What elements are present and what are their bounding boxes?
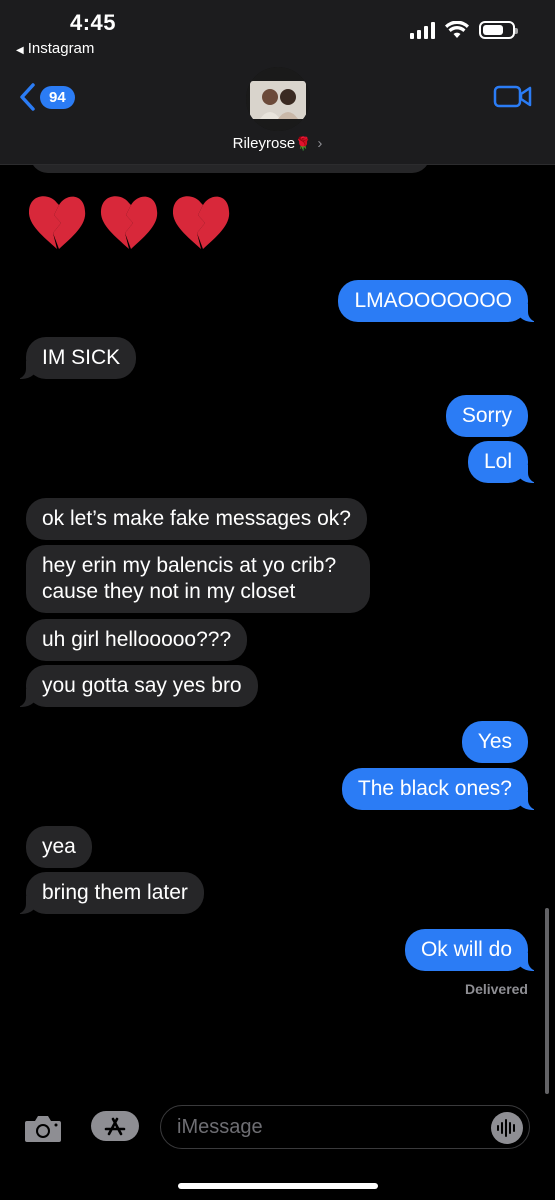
sent-message[interactable]: Ok will do bbox=[404, 929, 539, 971]
received-message[interactable]: yea bbox=[26, 826, 92, 868]
received-message[interactable]: hey erin my balencis at yo crib? cause t… bbox=[26, 545, 370, 613]
status-time: 4:45 bbox=[70, 10, 117, 35]
delivery-status: Delivered bbox=[464, 981, 528, 997]
message-input-placeholder: iMessage bbox=[177, 1116, 263, 1138]
broken-hearts-message[interactable] bbox=[26, 193, 232, 251]
broken-heart-icon bbox=[100, 196, 158, 249]
broken-heart-icon bbox=[172, 196, 230, 249]
received-message[interactable]: you gotta say yes bro bbox=[16, 665, 258, 707]
status-indicators bbox=[410, 20, 518, 40]
sent-message[interactable]: The black ones? bbox=[341, 768, 539, 810]
conversation-header: 4:45 ◀ Instagram 94 Rileyrose🌹 › bbox=[0, 0, 555, 165]
sent-message[interactable]: LMAOOOOOOO bbox=[338, 280, 538, 322]
scrollbar[interactable] bbox=[545, 908, 549, 1094]
message-thread[interactable]: LMAOOOOOOO IM SICK Sorry Lol ok let’s ma… bbox=[0, 165, 555, 1095]
video-call-icon[interactable] bbox=[493, 82, 533, 110]
back-to-app-link[interactable]: ◀ Instagram bbox=[16, 40, 94, 57]
contact-avatar[interactable] bbox=[246, 67, 310, 131]
back-app-label: Instagram bbox=[27, 40, 95, 57]
received-message[interactable]: uh girl hellooooo??? bbox=[26, 619, 248, 661]
received-message[interactable]: IM SICK bbox=[15, 337, 137, 379]
broken-heart-icon bbox=[28, 196, 86, 249]
sent-message[interactable]: Lol bbox=[467, 441, 539, 483]
sent-message[interactable]: Yes bbox=[461, 721, 528, 763]
message-line: hey erin my balencis at yo crib? bbox=[42, 554, 337, 577]
chevron-right-icon: › bbox=[317, 135, 323, 152]
avatar-photo bbox=[246, 67, 310, 131]
signal-icon bbox=[410, 21, 435, 39]
unread-count-badge: 94 bbox=[40, 85, 75, 109]
sent-message[interactable]: Sorry bbox=[445, 395, 528, 437]
audio-waveform-icon bbox=[497, 1119, 515, 1137]
app-store-icon[interactable] bbox=[90, 1110, 140, 1142]
home-indicator[interactable] bbox=[178, 1183, 378, 1189]
composer-bar: iMessage bbox=[0, 1095, 555, 1200]
back-chevron-icon bbox=[20, 83, 35, 111]
received-message[interactable]: bring them later bbox=[16, 872, 204, 914]
back-triangle-icon: ◀ bbox=[16, 45, 24, 56]
camera-icon[interactable] bbox=[24, 1115, 62, 1143]
wifi-icon bbox=[445, 21, 469, 38]
previous-message-bubble bbox=[30, 165, 430, 173]
message-input[interactable]: iMessage bbox=[160, 1105, 530, 1149]
contact-name-button[interactable]: Rileyrose🌹 › bbox=[0, 135, 555, 152]
received-message[interactable]: ok let’s make fake messages ok? bbox=[26, 498, 367, 540]
battery-icon bbox=[479, 21, 518, 39]
rose-emoji: 🌹 bbox=[295, 136, 312, 151]
back-button[interactable]: 94 bbox=[18, 82, 75, 112]
contact-name: Rileyrose bbox=[232, 135, 296, 152]
message-line: cause they not in my closet bbox=[42, 580, 296, 603]
audio-message-button[interactable] bbox=[491, 1112, 523, 1144]
